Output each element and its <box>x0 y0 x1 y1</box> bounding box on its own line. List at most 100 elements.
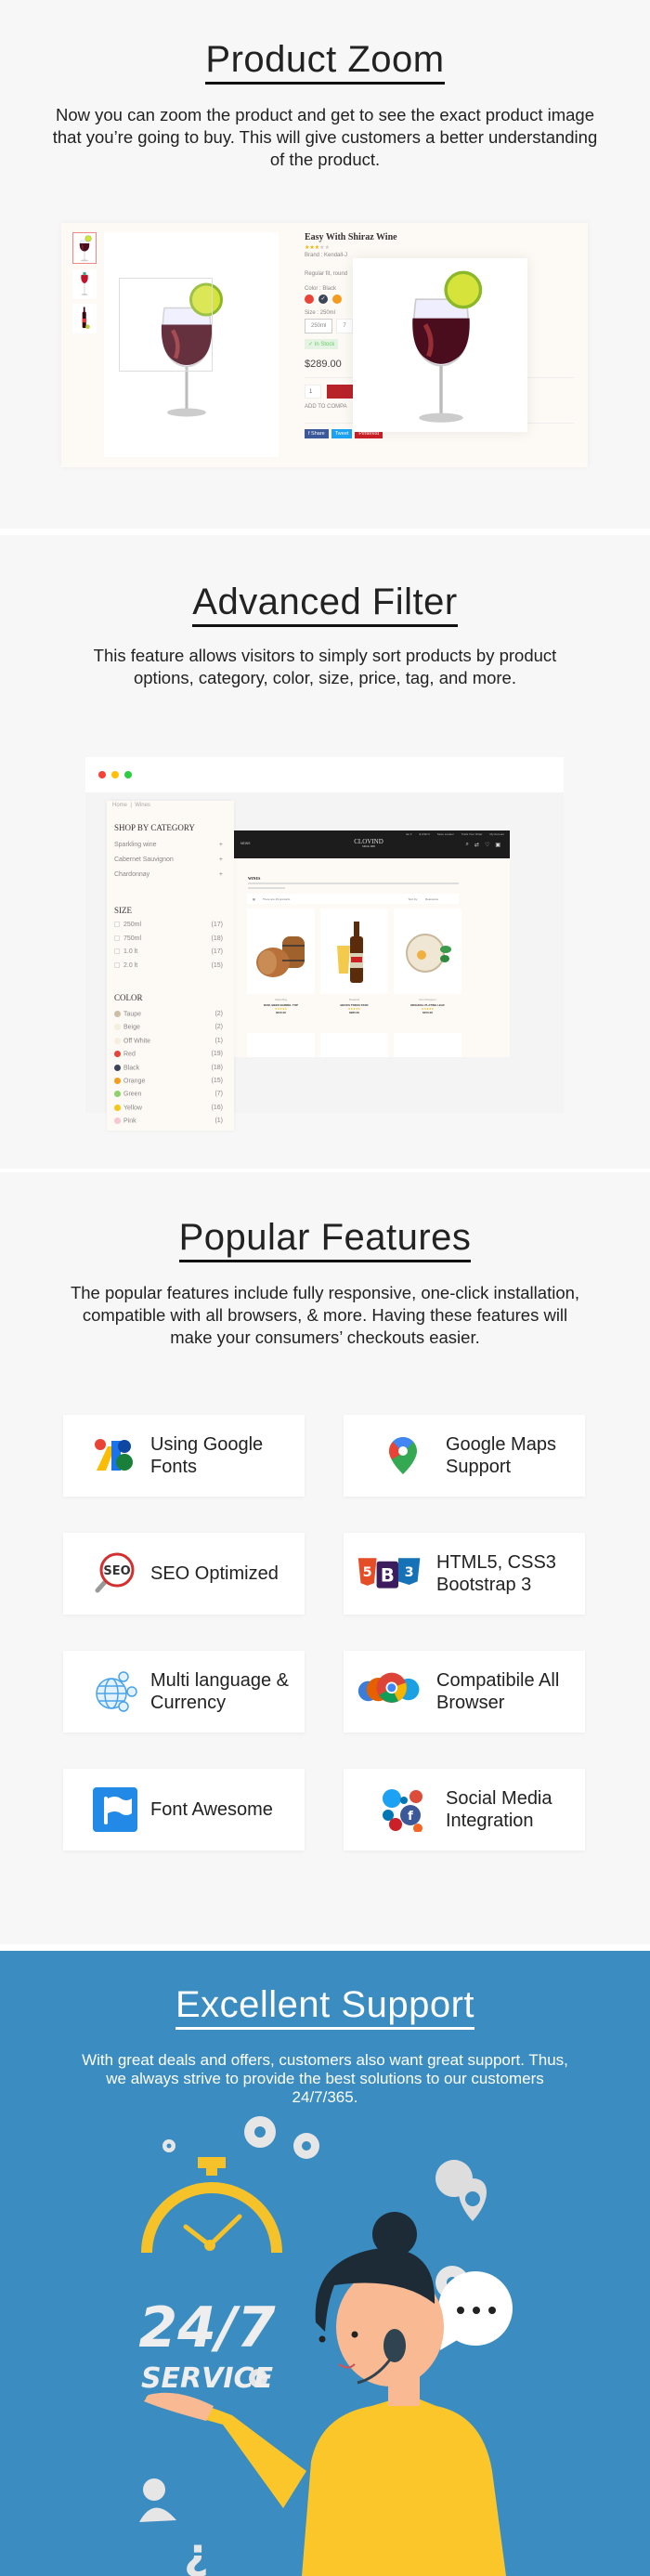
color-dot[interactable] <box>114 1104 121 1111</box>
window-control-dot[interactable] <box>111 771 119 778</box>
product-image[interactable] <box>247 909 315 994</box>
search-icon[interactable]: ⌕ <box>466 842 469 848</box>
user-icon <box>139 2478 176 2522</box>
header-link[interactable]: $ USD ▾ <box>420 832 430 836</box>
product-brand: Clavia Ray <box>274 998 288 1001</box>
compare-icon[interactable]: ⇄ <box>474 842 479 848</box>
stock-badge: ✓ In Stock <box>305 339 339 349</box>
product-card[interactable]: Rosebud BECKS TRIKKI STAR ★★★★★ $280.00 <box>320 909 388 1014</box>
popular-features-section: Popular Features The popular features in… <box>0 1172 650 1944</box>
breadcrumb-current: Wines <box>135 803 150 808</box>
share-button[interactable]: Tweet <box>331 429 353 438</box>
feature-card: Using Google Fonts <box>63 1415 305 1497</box>
expand-plus-icon[interactable]: + <box>219 871 223 878</box>
grid-view-icon[interactable]: ▦ <box>253 897 255 901</box>
filter-sidebar: Home | Wines SHOP BY CATEGORY SIZE COLOR… <box>107 801 234 1131</box>
rating-stars: ★★★★★ <box>305 244 574 251</box>
category-filter-title: SHOP BY CATEGORY <box>114 823 195 832</box>
share-button[interactable]: f Share <box>305 429 329 438</box>
color-dot[interactable] <box>114 1118 121 1125</box>
color-dot[interactable] <box>114 1037 121 1044</box>
header-link[interactable]: En ▾ <box>407 832 412 836</box>
category-item[interactable]: Chardonnay + <box>114 871 223 878</box>
expand-plus-icon[interactable]: + <box>219 842 223 848</box>
color-swatch[interactable] <box>305 294 314 304</box>
checkbox[interactable] <box>114 922 120 928</box>
quantity-input[interactable]: 1 <box>305 385 321 399</box>
social-media-icon: f <box>381 1787 425 1833</box>
advanced-filter-section: Advanced Filter This feature allows visi… <box>0 535 650 1169</box>
checkbox[interactable] <box>114 961 120 968</box>
product-image[interactable] <box>394 909 462 994</box>
checkbox[interactable] <box>114 935 120 941</box>
shop-logo[interactable]: CLOVIND SINCE 1985 <box>341 838 396 848</box>
color-filter-option[interactable]: Red (19) <box>114 1051 223 1058</box>
shop-page: En ▾ $ USD ▾ Store Locator Track Your Order… <box>234 830 510 1057</box>
feature-label: Font Awesome <box>150 1799 273 1820</box>
size-filter-option[interactable]: 1.0 lt (17) <box>114 948 223 955</box>
window-control-dot[interactable] <box>124 771 132 778</box>
color-filter-option[interactable]: Beige (2) <box>114 1024 223 1031</box>
svg-text:5: 5 <box>363 1565 372 1580</box>
color-filter-option[interactable]: Orange (15) <box>114 1078 223 1084</box>
feature-card: Font Awesome <box>63 1769 305 1850</box>
color-filter-option[interactable]: Black (18) <box>114 1064 223 1071</box>
color-filter-option[interactable]: Green (7) <box>114 1091 223 1098</box>
color-filter-option[interactable]: Off White (1) <box>114 1037 223 1044</box>
product-card[interactable]: Clavia Ray RUM, BEER BARREL TOP ★★★★★ $210.… <box>247 909 315 1014</box>
size-option[interactable]: 7 <box>336 319 353 333</box>
product-card[interactable]: Dom Perignon ORIGINAL PLATING LEAF ★★★★★ $1… <box>394 909 462 1014</box>
menu-link[interactable]: NEWS <box>240 842 251 845</box>
category-heading: WINES <box>248 876 261 881</box>
size-filter-option[interactable]: 2.0 lt (15) <box>114 962 223 969</box>
color-dot[interactable] <box>114 1078 121 1084</box>
header-link[interactable]: Track Your Order <box>462 832 483 836</box>
zoomed-image-preview <box>353 258 527 432</box>
stopwatch-icon <box>141 2157 282 2254</box>
feature-label: Using Google Fonts <box>150 1434 264 1477</box>
size-filter-option[interactable]: 750ml (18) <box>114 935 223 942</box>
product-brand: Dom Perignon <box>419 998 436 1001</box>
color-filter-option[interactable]: Yellow (16) <box>114 1104 223 1111</box>
color-dot[interactable] <box>114 1064 121 1071</box>
excellent-support-section: Excellent Support With great deals and o… <box>0 1951 650 2576</box>
size-option[interactable]: 250ml <box>305 319 333 333</box>
thumbnail-2[interactable] <box>72 269 97 299</box>
product-brand: Rosebud <box>348 998 360 1001</box>
shop-header: En ▾ $ USD ▾ Store Locator Track Your Order… <box>234 830 510 858</box>
product-zoom-section: Product Zoom Now you can zoom the produc… <box>0 0 650 529</box>
thumbnail-1[interactable] <box>72 232 97 264</box>
category-item[interactable]: Cabernet Sauvignon + <box>114 856 223 863</box>
checkbox[interactable] <box>114 948 120 955</box>
feature-card: SEO SEO Optimized <box>63 1533 305 1615</box>
color-filter-option[interactable]: Pink (1) <box>114 1118 223 1125</box>
breadcrumb-home[interactable]: Home <box>112 803 127 808</box>
zoom-lens[interactable] <box>119 278 213 372</box>
main-product-image[interactable] <box>104 232 279 457</box>
svg-text:SEO: SEO <box>103 1564 130 1578</box>
chat-bubble-icon <box>438 2271 513 2350</box>
color-dot[interactable] <box>114 1024 121 1031</box>
font-awesome-flag-icon <box>93 1787 137 1832</box>
size-filter-option[interactable]: 250ml (17) <box>114 922 223 928</box>
color-filter-option[interactable]: Taupe (2) <box>114 1011 223 1017</box>
color-dot[interactable] <box>114 1091 121 1098</box>
feature-label: SEO Optimized <box>150 1563 279 1584</box>
feature-card: 5 B 3 HTML5, CSS3 Bootstrap 3 <box>344 1533 585 1615</box>
cart-icon[interactable]: ▣ <box>495 842 500 848</box>
category-item[interactable]: Sparkling wine + <box>114 842 223 848</box>
sort-select[interactable]: Relevance <box>425 897 453 901</box>
support-illustration: 24/7 SERVICE ¿ <box>138 2116 513 2576</box>
color-dot[interactable] <box>114 1051 121 1058</box>
color-dot[interactable] <box>114 1011 121 1017</box>
window-control-dot[interactable] <box>98 771 106 778</box>
color-swatch[interactable] <box>332 294 342 304</box>
product-image[interactable] <box>320 909 388 994</box>
expand-plus-icon[interactable]: + <box>219 856 223 863</box>
header-link[interactable]: My Account <box>489 832 504 836</box>
header-link[interactable]: Store Locator <box>437 832 454 836</box>
wishlist-icon[interactable]: ♡ <box>485 842 489 848</box>
color-swatch[interactable]: ✓ <box>318 294 328 304</box>
html5-bootstrap-css3-icon: 5B3 <box>357 1551 423 1596</box>
thumbnail-3[interactable] <box>72 304 97 333</box>
